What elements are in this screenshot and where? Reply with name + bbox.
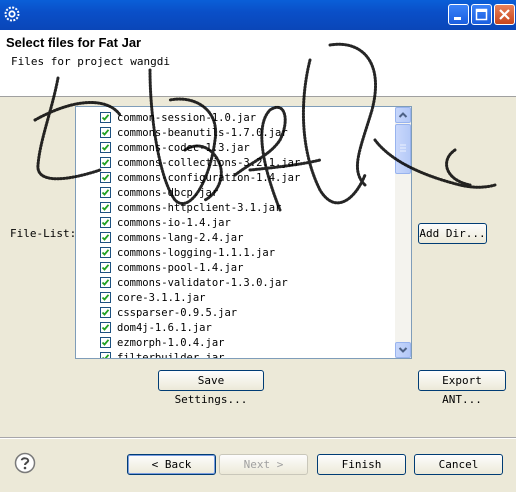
checkmark-icon: [101, 324, 110, 331]
save-settings-button[interactable]: Save Settings...: [158, 370, 264, 406]
checkmark-icon: [101, 159, 110, 166]
add-dir-button[interactable]: Add Dir...: [418, 223, 487, 244]
chevron-up-icon: [398, 112, 408, 118]
file-checkbox[interactable]: [100, 142, 111, 153]
page-title: Select files for Fat Jar: [6, 35, 142, 50]
checkmark-icon: [101, 249, 110, 256]
file-name: commons-lang-2.4.jar: [117, 232, 244, 244]
checkmark-icon: [102, 354, 110, 358]
checkmark-icon: [101, 204, 110, 211]
file-checkbox[interactable]: [100, 247, 111, 258]
checkmark-icon: [101, 189, 110, 196]
file-list[interactable]: common-session-1.0.jar commons-beanutils-…: [75, 106, 412, 359]
checkmark-icon: [101, 129, 110, 136]
checkmark-icon: [101, 294, 110, 301]
finish-button[interactable]: Finish: [317, 454, 406, 475]
help-icon[interactable]: [14, 452, 36, 474]
file-name: commons-logging-1.1.1.jar: [117, 247, 276, 259]
file-name: commons-io-1.4.jar: [117, 217, 231, 229]
file-name: commons-validator-1.3.0.jar: [117, 277, 288, 289]
file-name: filterbuilder.jar: [117, 352, 225, 359]
grip-icon: [400, 144, 406, 152]
file-checkbox[interactable]: [100, 232, 111, 243]
scroll-up-button[interactable]: [395, 107, 411, 123]
wizard-header: Select files for Fat Jar Files for proje…: [0, 30, 516, 97]
file-checkbox[interactable]: [100, 307, 111, 318]
file-checkbox[interactable]: [100, 127, 111, 138]
file-checkbox[interactable]: [100, 337, 111, 348]
back-button[interactable]: < Back: [127, 454, 216, 475]
file-checkbox[interactable]: [100, 157, 111, 168]
title-bar: [0, 0, 516, 30]
checkmark-icon: [101, 279, 110, 286]
eclipse-gear-icon: [4, 6, 20, 22]
maximize-button[interactable]: [471, 4, 492, 25]
vertical-scrollbar[interactable]: [395, 107, 411, 358]
close-icon: [499, 9, 510, 20]
file-name: ezmorph-1.0.4.jar: [117, 337, 225, 349]
file-checkbox[interactable]: [100, 112, 111, 123]
file-name: commons-codec-1.3.jar: [117, 142, 250, 154]
checkmark-icon: [101, 219, 110, 226]
file-name: common-session-1.0.jar: [117, 112, 257, 124]
checkmark-icon: [101, 264, 110, 271]
checkmark-icon: [101, 174, 110, 181]
maximize-icon: [475, 8, 488, 21]
file-checkbox[interactable]: [100, 202, 111, 213]
file-checkbox[interactable]: [100, 277, 111, 288]
file-checkbox[interactable]: [100, 217, 111, 228]
cancel-button[interactable]: Cancel: [414, 454, 503, 475]
page-subtitle: Files for project wangdi: [11, 55, 170, 68]
file-name: commons-dbcp.jar: [117, 187, 219, 199]
file-name: commons-configuration-1.4.jar: [117, 172, 301, 184]
file-checkbox[interactable]: [100, 292, 111, 303]
checkmark-icon: [101, 309, 110, 316]
minimize-button[interactable]: [448, 4, 469, 25]
file-checkbox[interactable]: [100, 187, 111, 198]
checkmark-icon: [101, 144, 110, 151]
scroll-down-button[interactable]: [395, 342, 411, 358]
file-list-label: File-List:: [10, 227, 77, 240]
file-checkbox[interactable]: [100, 322, 111, 333]
file-name: commons-httpclient-3.1.jar: [117, 202, 282, 214]
minimize-icon: [454, 17, 461, 20]
footer-separator: [0, 437, 516, 439]
next-button[interactable]: Next >: [219, 454, 308, 475]
chevron-down-icon: [398, 347, 408, 353]
scroll-thumb[interactable]: [395, 124, 411, 174]
checkmark-icon: [101, 114, 110, 121]
file-name: commons-collections-3.2.1.jar: [117, 157, 301, 169]
file-name: commons-beanutils-1.7.0.jar: [117, 127, 288, 139]
file-name: core-3.1.1.jar: [117, 292, 206, 304]
file-name: dom4j-1.6.1.jar: [117, 322, 212, 334]
export-ant-button[interactable]: Export ANT...: [418, 370, 506, 406]
file-name: commons-pool-1.4.jar: [117, 262, 244, 274]
file-checkbox[interactable]: [100, 172, 111, 183]
file-checkbox[interactable]: [100, 262, 111, 273]
checkmark-icon: [101, 339, 110, 346]
checkmark-icon: [101, 234, 110, 241]
file-checkbox[interactable]: [100, 352, 111, 358]
close-button[interactable]: [494, 4, 515, 25]
file-name: cssparser-0.9.5.jar: [117, 307, 238, 319]
